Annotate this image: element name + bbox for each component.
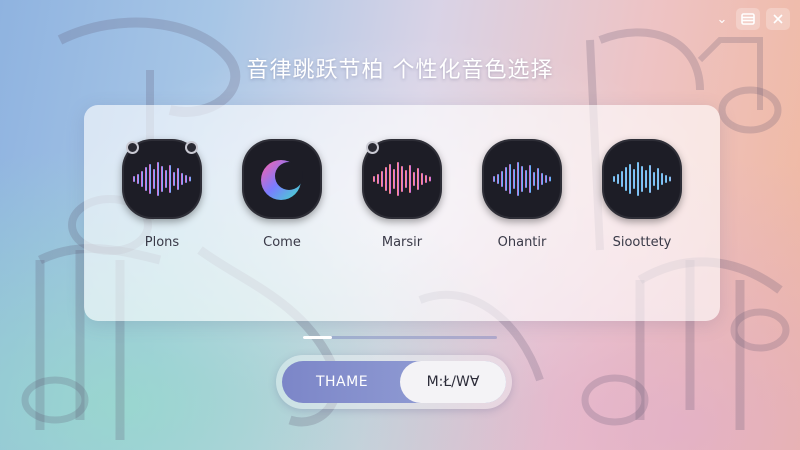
carousel-progress-fill (303, 336, 333, 339)
waveform-bar (513, 169, 515, 189)
tile-label: Ohantir (497, 235, 547, 250)
carousel-progress-track (303, 336, 497, 339)
waveform-bar (417, 168, 419, 190)
waveform-bar (657, 168, 659, 190)
window-controls: ⌄ (714, 8, 790, 30)
waveform-bar (625, 167, 627, 191)
waveform-bar (409, 165, 411, 193)
knob-icon (366, 141, 379, 154)
waveform-bar (509, 164, 511, 194)
waveform-bar (185, 175, 187, 183)
waveform-bar (633, 169, 635, 189)
waveform-bar (389, 164, 391, 194)
waveform-bar (537, 168, 539, 190)
page-title: 音律跳跃节柏 个性化音色选择 (246, 58, 554, 83)
waveform-bar (505, 167, 507, 191)
close-button[interactable] (766, 8, 790, 30)
waveform-bar (429, 176, 431, 182)
waveform-bar (613, 176, 615, 182)
waveform-bar (165, 170, 167, 188)
waveform-bar (641, 166, 643, 192)
close-icon (773, 14, 783, 24)
waveform-bar (381, 171, 383, 187)
waveform-bar (501, 171, 503, 187)
toggle-track: THAME M:Ł/WⱯ (282, 361, 506, 403)
waveform-bar (629, 164, 631, 194)
waveform-bar (137, 174, 139, 184)
tile-icon-frame (362, 139, 442, 219)
waveform-bar (493, 176, 495, 182)
tile-label: Sioottety (612, 235, 672, 250)
menu-button[interactable] (736, 8, 760, 30)
waveform-bar (653, 172, 655, 186)
waveform-bar (181, 173, 183, 185)
waveform-bar (637, 162, 639, 196)
tone-tile-plons[interactable]: Plons (118, 139, 206, 250)
waveform-bar (133, 176, 135, 182)
waveform-bar (529, 165, 531, 193)
waveform-bar (649, 165, 651, 193)
waveform-icon (373, 162, 431, 196)
waveform-bar (533, 172, 535, 186)
toggle-option-left[interactable]: THAME (282, 361, 402, 403)
tile-icon-frame (242, 139, 322, 219)
waveform-bar (517, 162, 519, 196)
waveform-bar (377, 174, 379, 184)
waveform-bar (405, 170, 407, 188)
crescent-icon (261, 160, 303, 200)
waveform-bar (645, 170, 647, 188)
waveform-bar (157, 162, 159, 196)
waveform-icon (133, 162, 191, 196)
tile-label: Plons (144, 235, 180, 250)
waveform-bar (421, 173, 423, 185)
menu-icon (741, 13, 755, 25)
waveform-bar (665, 175, 667, 183)
waveform-bar (669, 176, 671, 182)
waveform-bar (413, 172, 415, 186)
waveform-bar (525, 170, 527, 188)
waveform-bar (173, 172, 175, 186)
minimize-icon[interactable]: ⌄ (714, 9, 730, 29)
tile-icon-frame (482, 139, 562, 219)
waveform-bar (425, 175, 427, 183)
waveform-icon (613, 162, 671, 196)
waveform-bar (141, 171, 143, 187)
waveform-bar (169, 165, 171, 193)
waveform-bar (189, 176, 191, 182)
waveform-bar (521, 166, 523, 192)
waveform-bar (549, 176, 551, 182)
waveform-bar (145, 167, 147, 191)
waveform-bar (161, 166, 163, 192)
waveform-bar (497, 174, 499, 184)
waveform-bar (541, 173, 543, 185)
waveform-bar (617, 174, 619, 184)
tile-icon-frame (122, 139, 202, 219)
tile-label: Come (263, 235, 301, 250)
waveform-bar (661, 173, 663, 185)
tone-tile-ohantir[interactable]: Ohantir (478, 139, 566, 250)
waveform-bar (545, 175, 547, 183)
waveform-bar (397, 162, 399, 196)
waveform-bar (177, 168, 179, 190)
theme-toggle[interactable]: THAME M:Ł/WⱯ (276, 355, 512, 409)
tone-tile-come[interactable]: Come (238, 139, 326, 250)
waveform-icon (493, 162, 551, 196)
knob-icon (185, 141, 198, 154)
waveform-bar (373, 176, 375, 182)
waveform-bar (149, 164, 151, 194)
waveform-bar (385, 167, 387, 191)
toggle-option-right[interactable]: M:Ł/WⱯ (400, 361, 506, 403)
waveform-bar (153, 169, 155, 189)
knob-icon (126, 141, 139, 154)
tone-tile-marsir[interactable]: Marsir (358, 139, 446, 250)
tile-label: Marsir (381, 235, 423, 250)
waveform-bar (621, 171, 623, 187)
tone-selection-panel: Plons Come Marsir Ohantir Sioottety (84, 105, 720, 321)
tone-tile-sioottety[interactable]: Sioottety (598, 139, 686, 250)
waveform-bar (401, 166, 403, 192)
waveform-bar (393, 169, 395, 189)
tile-icon-frame (602, 139, 682, 219)
